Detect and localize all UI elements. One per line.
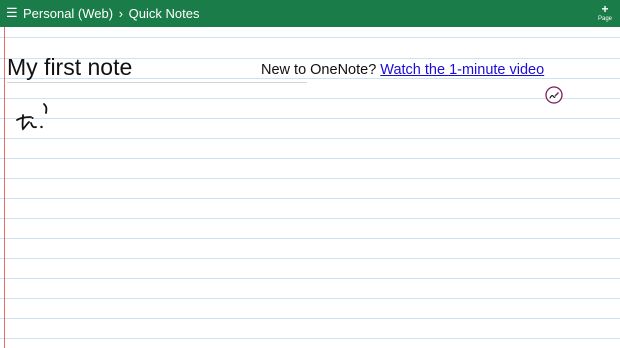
add-page-label: Page bbox=[597, 16, 612, 22]
hamburger-icon[interactable]: ☰ bbox=[6, 6, 18, 20]
page-title[interactable]: My first note bbox=[7, 53, 132, 81]
promo-text: New to OneNote? bbox=[261, 62, 377, 78]
title-underline bbox=[7, 82, 307, 83]
breadcrumb-separator: › bbox=[118, 6, 124, 21]
watch-video-link[interactable]: Watch the 1-minute video bbox=[380, 62, 544, 78]
add-page-button[interactable]: + Page bbox=[590, 0, 620, 27]
margin-line bbox=[4, 27, 5, 348]
app-header-bar: ☰ Personal (Web) › Quick Notes + Page bbox=[0, 0, 620, 27]
handwriting-ink bbox=[16, 103, 48, 131]
promo-banner: New to OneNote? Watch the 1-minute video bbox=[261, 61, 544, 79]
breadcrumb-notebook[interactable]: Personal (Web) bbox=[23, 6, 113, 21]
breadcrumb: Personal (Web) › Quick Notes bbox=[23, 6, 199, 21]
plus-icon: + bbox=[601, 2, 609, 16]
breadcrumb-section[interactable]: Quick Notes bbox=[129, 6, 200, 21]
pen-icon[interactable] bbox=[545, 86, 563, 104]
